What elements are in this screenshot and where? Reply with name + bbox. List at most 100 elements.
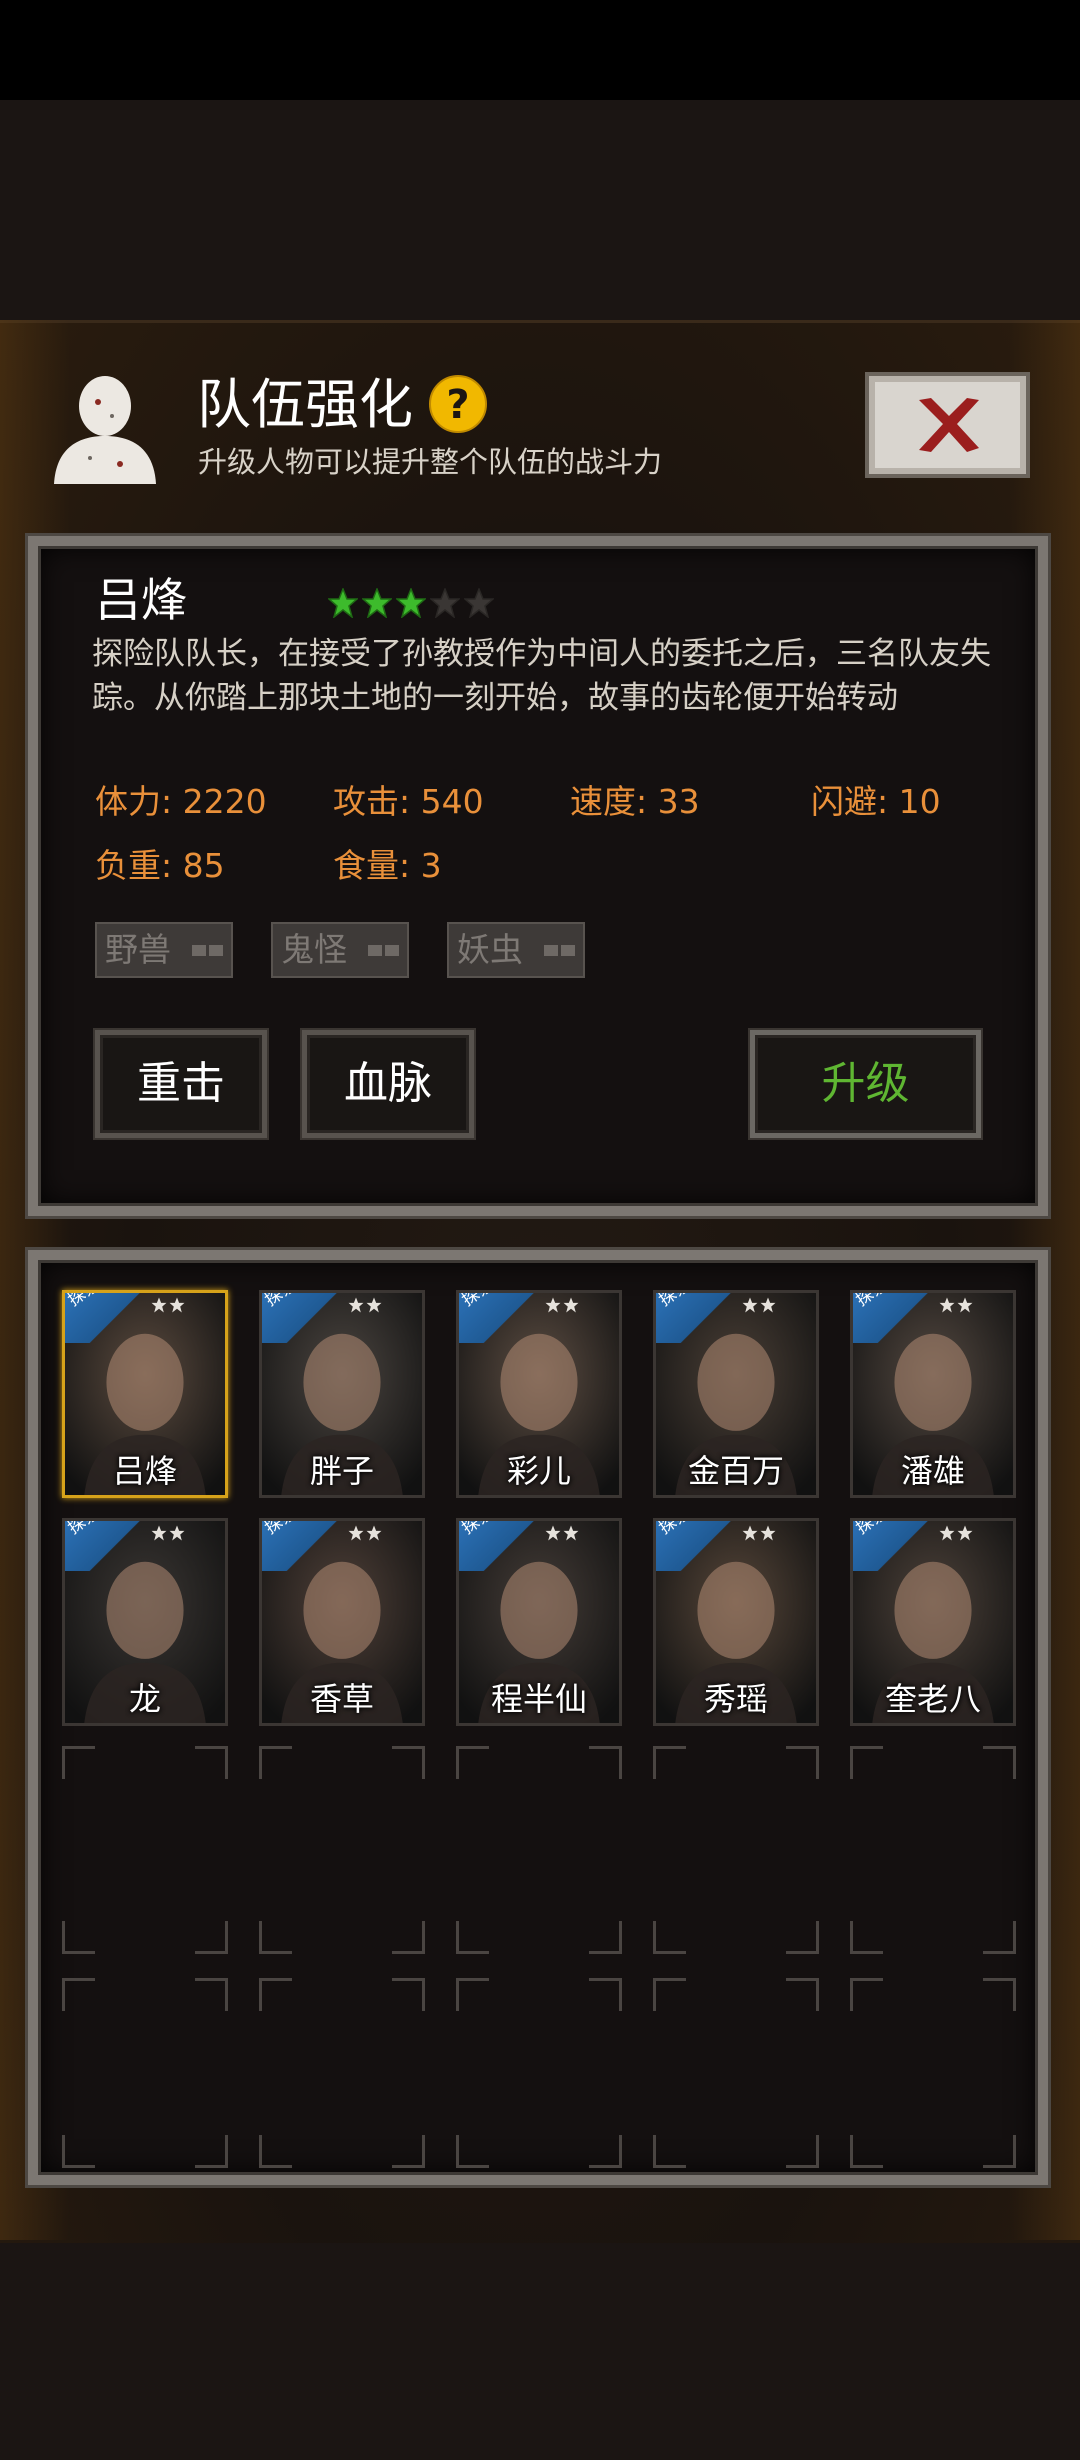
- star-icon: [957, 1297, 973, 1313]
- empty-roster-slot: [259, 1746, 425, 1954]
- character-description: 探险队队长，在接受了孙教授作为中间人的委托之后，三名队友失踪。从你踏上那块土地的…: [92, 636, 991, 716]
- star-icon: [957, 1525, 973, 1541]
- explore-badge-label: 探索: [261, 1518, 301, 1539]
- close-icon: [919, 398, 979, 452]
- explore-badge: 探索: [458, 1518, 535, 1571]
- star-icon: [366, 1525, 382, 1541]
- roster-card[interactable]: 探索龙: [62, 1518, 228, 1726]
- explore-badge: 探索: [64, 1518, 141, 1571]
- empty-roster-slot: [62, 1746, 228, 1954]
- explore-badge: 探索: [459, 1293, 535, 1343]
- roster-card[interactable]: 探索潘雄: [850, 1290, 1016, 1498]
- roster-card[interactable]: 探索程半仙: [456, 1518, 622, 1726]
- star-icon: [563, 1525, 579, 1541]
- tag-level-dots: [368, 945, 399, 956]
- trait-tag-insect: 妖虫: [447, 922, 585, 978]
- roster-card-name: 潘雄: [900, 1452, 965, 1490]
- explore-badge-label: 探索: [852, 1518, 892, 1539]
- roster-card-name: 香草: [309, 1680, 374, 1718]
- roster-card[interactable]: 探索香草: [259, 1518, 425, 1726]
- card-star-rating: [151, 1297, 185, 1313]
- roster-card-name: 彩儿: [506, 1452, 571, 1490]
- roster-card-name: 龙: [128, 1680, 161, 1718]
- stat-food: 食量: 3: [333, 846, 442, 885]
- explore-badge-label: 探索: [655, 1290, 695, 1311]
- empty-roster-slot: [456, 1746, 622, 1954]
- explore-badge-label: 探索: [64, 1290, 104, 1311]
- explore-badge: 探索: [261, 1290, 338, 1343]
- empty-roster-slot: [653, 1746, 819, 1954]
- explore-badge-label: 探索: [852, 1290, 892, 1311]
- card-star-rating: [545, 1297, 579, 1313]
- help-icon[interactable]: ?: [428, 374, 488, 434]
- roster-card[interactable]: 探索 吕烽: [62, 1290, 228, 1498]
- star-icon: [742, 1297, 758, 1313]
- explore-badge: 探索: [655, 1518, 732, 1571]
- explore-badge-label: 探索: [64, 1518, 104, 1539]
- star-icon: [545, 1525, 561, 1541]
- card-star-rating: [348, 1297, 382, 1313]
- roster-card[interactable]: 探索金百万: [653, 1290, 819, 1498]
- roster-card[interactable]: 探索奎老八: [850, 1518, 1016, 1726]
- star-icon: [939, 1297, 955, 1313]
- star-icon: [151, 1525, 167, 1541]
- roster-card-name: 胖子: [309, 1452, 374, 1490]
- heavy-strike-button[interactable]: 重击: [95, 1030, 267, 1138]
- empty-roster-slot: [62, 1978, 228, 2168]
- stat-stamina: 体力: 2220: [95, 782, 267, 821]
- star-icon: [348, 1525, 364, 1541]
- star-icon: [939, 1525, 955, 1541]
- stat-load: 负重: 85: [95, 846, 225, 885]
- page-title: 队伍强化: [197, 373, 413, 436]
- roster-card-name: 奎老八: [884, 1680, 981, 1718]
- roster-card-name: 秀瑶: [703, 1680, 768, 1718]
- star-icon: [760, 1297, 776, 1313]
- roster-card[interactable]: 探索彩儿: [456, 1290, 622, 1498]
- stat-attack: 攻击: 540: [333, 782, 484, 821]
- explore-badge-label: 探索: [458, 1518, 498, 1539]
- star-icon: [362, 588, 392, 618]
- explore-badge: 探索: [261, 1518, 338, 1571]
- empty-roster-slot: [653, 1978, 819, 2168]
- trait-tag-beast: 野兽: [95, 922, 233, 978]
- star-icon: [328, 588, 358, 618]
- star-icon: [366, 1297, 382, 1313]
- character-name: 吕烽: [95, 573, 187, 627]
- star-icon: [430, 588, 460, 618]
- person-icon: [54, 376, 156, 484]
- stat-speed: 速度: 33: [570, 782, 700, 821]
- empty-roster-slot: [850, 1978, 1016, 2168]
- character-star-rating: [328, 588, 494, 618]
- star-icon: [151, 1297, 167, 1313]
- roster-card-name: 金百万: [687, 1452, 784, 1490]
- explore-badge: 探索: [64, 1290, 141, 1343]
- star-icon: [760, 1525, 776, 1541]
- card-star-rating: [742, 1525, 776, 1541]
- tag-level-dots: [544, 945, 575, 956]
- empty-roster-slot: [259, 1978, 425, 2168]
- star-icon: [169, 1525, 185, 1541]
- roster-card-name: 程半仙: [490, 1680, 587, 1718]
- card-star-rating: [939, 1297, 973, 1313]
- star-icon: [396, 588, 426, 618]
- bloodline-button[interactable]: 血脉: [302, 1030, 474, 1138]
- close-button[interactable]: [865, 372, 1030, 478]
- tag-level-dots: [192, 945, 223, 956]
- upgrade-button[interactable]: 升级: [750, 1030, 981, 1138]
- roster-card[interactable]: 探索胖子: [259, 1290, 425, 1498]
- svg-text:?: ?: [446, 382, 469, 428]
- card-star-rating: [348, 1525, 382, 1541]
- empty-roster-slot: [850, 1746, 1016, 1954]
- card-star-rating: [742, 1297, 776, 1313]
- explore-badge: 探索: [655, 1290, 732, 1343]
- explore-badge-label: 探索: [655, 1518, 695, 1539]
- star-icon: [742, 1525, 758, 1541]
- empty-roster-slot: [456, 1978, 622, 2168]
- star-icon: [464, 588, 494, 618]
- star-icon: [348, 1297, 364, 1313]
- card-star-rating: [939, 1525, 973, 1541]
- status-bar: [0, 0, 1080, 100]
- explore-badge-label: 探索: [261, 1290, 301, 1311]
- roster-card[interactable]: 探索秀瑶: [653, 1518, 819, 1726]
- stat-dodge: 闪避: 10: [811, 782, 941, 821]
